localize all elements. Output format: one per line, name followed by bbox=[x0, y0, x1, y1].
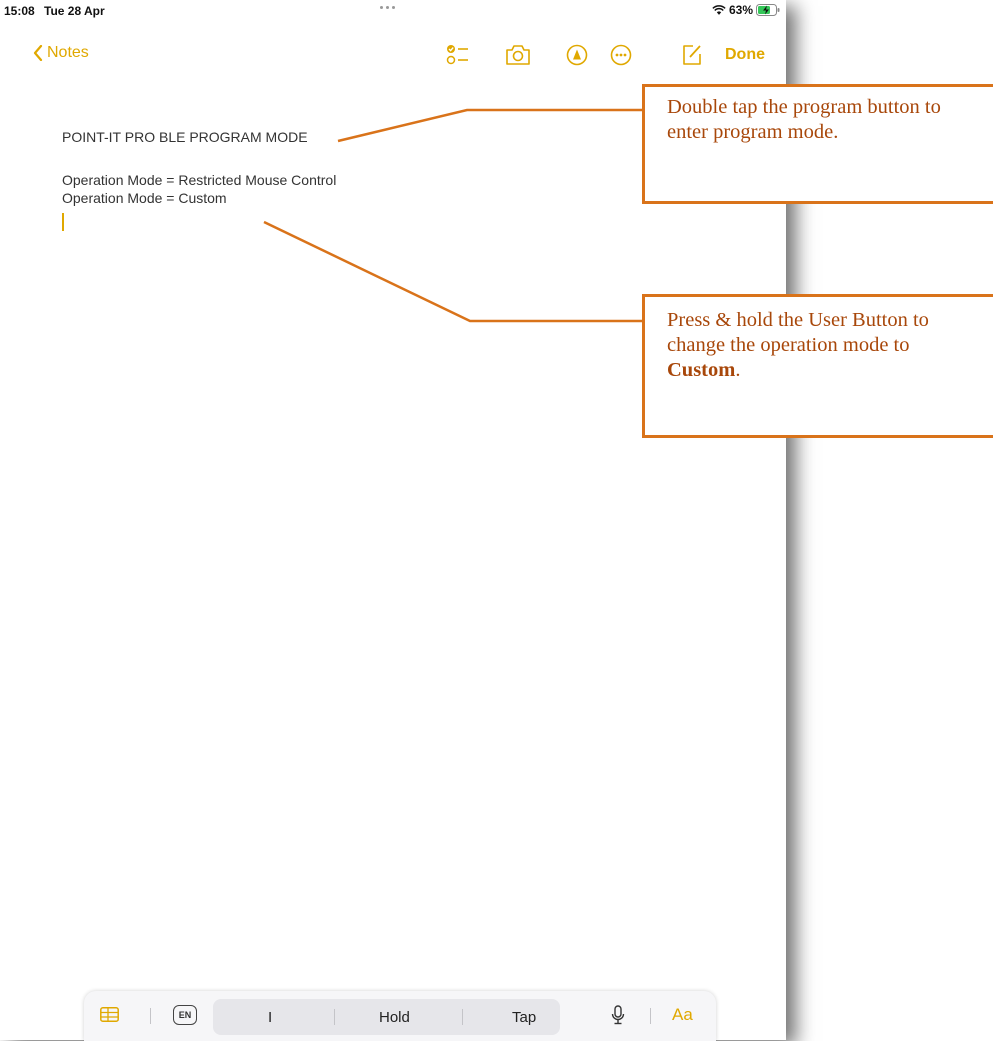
battery-percent: 63% bbox=[728, 3, 753, 17]
table-icon[interactable] bbox=[100, 1007, 119, 1022]
callout-emphasis: Custom bbox=[667, 359, 736, 381]
divider bbox=[150, 1008, 151, 1024]
language-key[interactable]: EN bbox=[173, 1005, 197, 1025]
callout-text: Double tap the program button to enter p… bbox=[667, 96, 941, 143]
divider bbox=[334, 1009, 335, 1025]
back-label: Notes bbox=[47, 44, 89, 61]
status-time: 15:08 bbox=[4, 4, 35, 18]
battery-charging-icon bbox=[756, 4, 780, 16]
suggestion-item[interactable]: Hold bbox=[379, 1009, 410, 1026]
status-date: Tue 28 Apr bbox=[44, 4, 105, 18]
more-icon[interactable] bbox=[608, 42, 634, 68]
status-bar: 15:08 Tue 28 Apr 63% bbox=[0, 0, 786, 22]
note-body[interactable]: POINT-IT PRO BLE PROGRAM MODE Operation … bbox=[62, 128, 336, 231]
callout-punctuation: . bbox=[735, 359, 741, 381]
wifi-icon bbox=[712, 4, 726, 15]
annotation-callout: Double tap the program button to enter p… bbox=[642, 84, 993, 204]
text-cursor bbox=[62, 213, 64, 231]
nav-bar: Notes Done bbox=[0, 38, 786, 72]
markup-icon[interactable] bbox=[564, 42, 590, 68]
annotation-callout: Press & hold the User Button to change t… bbox=[642, 294, 993, 438]
note-line: Operation Mode = Custom bbox=[62, 190, 227, 206]
microphone-icon[interactable] bbox=[611, 1005, 625, 1025]
note-line: Operation Mode = Restricted Mouse Contro… bbox=[62, 172, 337, 188]
checklist-icon[interactable] bbox=[444, 42, 470, 68]
suggestion-item[interactable]: I bbox=[268, 1009, 272, 1026]
format-button[interactable]: Aa bbox=[672, 1005, 693, 1025]
compose-icon[interactable] bbox=[679, 42, 705, 68]
keyboard-shortcut-bar: EN I Hold Tap Aa bbox=[84, 991, 716, 1041]
callout-text: Press & hold the User Button to change t… bbox=[667, 309, 929, 356]
camera-icon[interactable] bbox=[505, 42, 531, 68]
chevron-left-icon bbox=[33, 45, 43, 61]
divider bbox=[650, 1008, 651, 1024]
done-button[interactable]: Done bbox=[725, 46, 765, 64]
note-title: POINT-IT PRO BLE PROGRAM MODE bbox=[62, 129, 308, 145]
status-right: 63% bbox=[712, 3, 780, 17]
divider bbox=[462, 1009, 463, 1025]
predictive-suggestions: I Hold Tap bbox=[213, 999, 560, 1035]
multitasking-dots-icon[interactable] bbox=[380, 6, 395, 9]
back-button[interactable]: Notes bbox=[33, 44, 89, 62]
suggestion-item[interactable]: Tap bbox=[512, 1009, 536, 1026]
